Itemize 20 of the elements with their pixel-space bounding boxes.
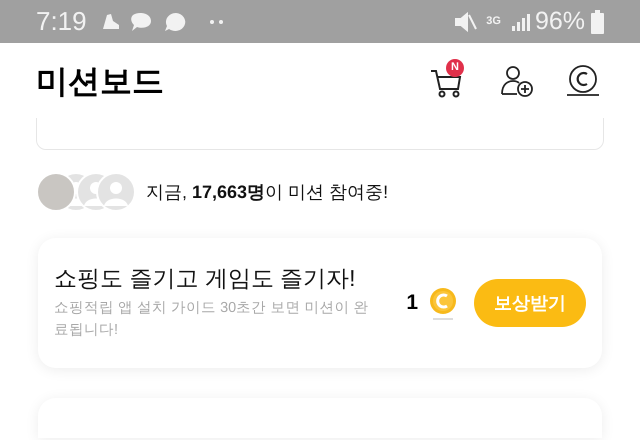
page-title: 미션보드 [36, 62, 164, 100]
mute-icon [454, 10, 478, 32]
coin-button[interactable] [566, 64, 600, 98]
battery-percent: 96% [534, 6, 585, 37]
avatar-icon [96, 172, 136, 212]
more-dots-icon [208, 18, 225, 24]
mission-title: 쇼핑도 즐기고 게임도 즐기자! [54, 264, 357, 293]
person-plus-icon [500, 64, 534, 98]
signal-icon [510, 12, 531, 32]
reward-amount: 1 [406, 290, 418, 316]
coin-icon [566, 64, 600, 98]
new-badge: N [446, 58, 464, 76]
cart-button[interactable]: N [430, 60, 470, 100]
status-time: 7:19 [36, 5, 87, 38]
battery-icon [591, 10, 604, 34]
network-type: 3G [486, 16, 501, 27]
coin-icon [428, 286, 458, 320]
participants-text: 지금, 17,663명이 미션 참여중! [146, 180, 388, 204]
add-friend-button[interactable] [500, 64, 534, 98]
mission-description: 쇼핑적립 앱 설치 가이드 30초간 보면 미션이 완료됩니다! [54, 298, 370, 340]
